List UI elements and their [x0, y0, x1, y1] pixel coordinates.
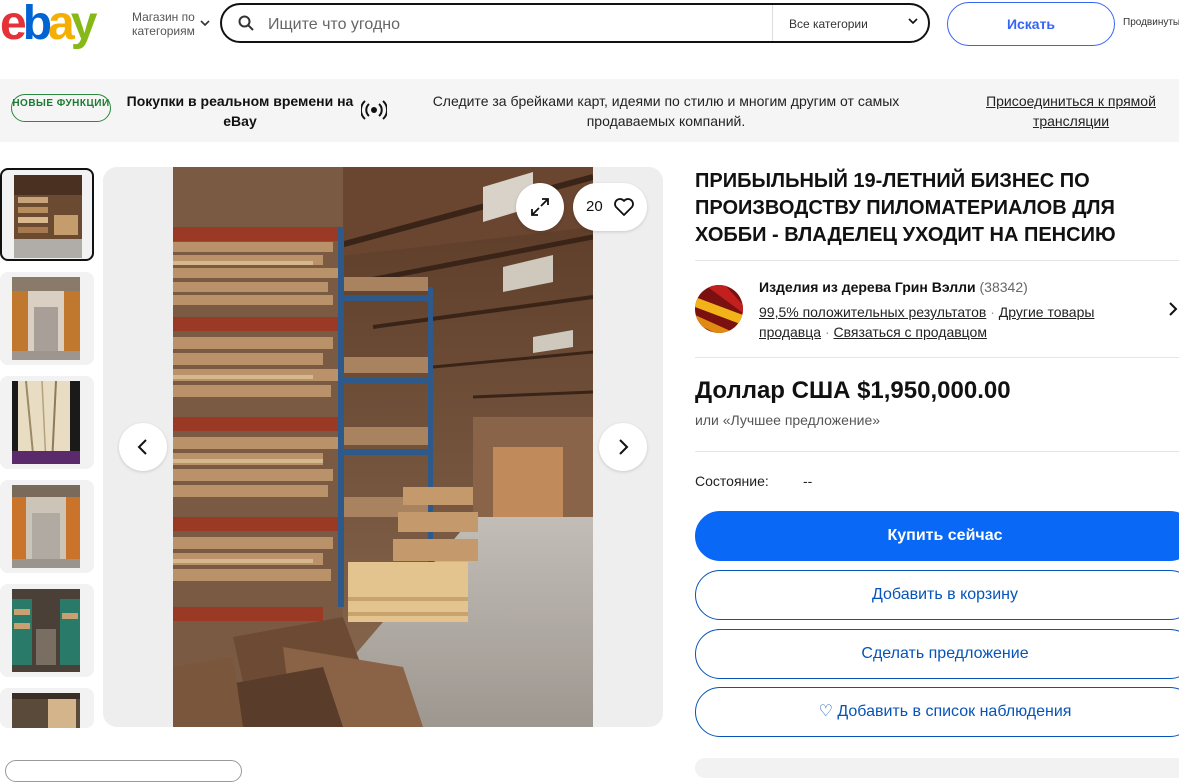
- thumbnail-image: [12, 381, 80, 464]
- separator-dot: ·: [990, 304, 995, 320]
- price: Доллар США $1,950,000.00: [695, 377, 1011, 404]
- previous-image-button[interactable]: [119, 423, 167, 471]
- chevron-left-icon: [137, 439, 147, 455]
- chevron-right-icon: [1169, 302, 1178, 316]
- logo-letter-y: y: [70, 0, 98, 50]
- search-input[interactable]: [266, 11, 770, 39]
- thumbnail-5[interactable]: [0, 584, 94, 677]
- seller-logo-image: [695, 285, 743, 333]
- search-bar: Все категории: [220, 3, 930, 43]
- banner-title: Покупки в реальном времени на eBay: [126, 93, 354, 129]
- expand-button[interactable]: [516, 183, 564, 231]
- seller-links: 99,5% положительных результатов · Другие…: [759, 302, 1119, 342]
- positive-feedback-link[interactable]: 99,5% положительных результатов: [759, 304, 986, 320]
- thumbnail-image: [12, 693, 80, 728]
- category-select-label: Все категории: [789, 17, 868, 31]
- ebay-logo[interactable]: ebay: [0, 0, 120, 50]
- divider: [695, 451, 1179, 452]
- thumbnail-image: [12, 589, 80, 672]
- category-select[interactable]: Все категории: [772, 5, 931, 41]
- seller-name[interactable]: Изделия из дерева Грин Вэлли: [759, 279, 976, 295]
- contact-seller-link[interactable]: Связаться с продавцом: [834, 324, 987, 340]
- search-icon: [238, 15, 254, 31]
- separator-dot: ·: [824, 324, 830, 340]
- add-to-watchlist-button[interactable]: ♡ Добавить в список наблюдения: [695, 687, 1179, 737]
- condition-label: Состояние:: [695, 473, 769, 489]
- shop-by-category-button[interactable]: Магазин по категориям: [132, 10, 210, 38]
- advanced-search-link[interactable]: Продвинутый: [1123, 17, 1179, 28]
- best-offer-note: или «Лучшее предложение»: [695, 412, 881, 428]
- divider: [695, 260, 1179, 261]
- join-live-link[interactable]: Присоединиться к прямой трансляции: [980, 91, 1162, 131]
- watch-count-button[interactable]: 20: [573, 183, 647, 231]
- thumbnail-3[interactable]: [0, 376, 94, 469]
- watch-count: 20: [586, 198, 603, 215]
- next-image-button[interactable]: [599, 423, 647, 471]
- seller-name-line: Изделия из дерева Грин Вэлли (38342): [759, 279, 1028, 295]
- share-button[interactable]: [5, 760, 242, 782]
- condition-value: --: [803, 473, 813, 489]
- new-features-badge: НОВЫЕ ФУНКЦИИ: [11, 94, 111, 122]
- thumbnail-image: [14, 175, 82, 258]
- search-button[interactable]: Искать: [947, 2, 1115, 46]
- chevron-down-icon: [200, 18, 210, 32]
- divider: [695, 357, 1179, 358]
- make-offer-button[interactable]: Сделать предложение: [695, 629, 1179, 679]
- thumbnail-image: [12, 277, 80, 360]
- more-actions-panel: [695, 758, 1179, 778]
- chevron-right-icon: [619, 439, 629, 455]
- lumber-warehouse-photo[interactable]: [173, 167, 593, 727]
- chevron-down-icon: [907, 15, 919, 30]
- logo-letter-b: b: [22, 0, 52, 50]
- thumbnail-2[interactable]: [0, 272, 94, 365]
- main-image-viewer: 20: [103, 167, 663, 727]
- seller-feedback-count: (38342): [979, 279, 1028, 295]
- seller-details-chevron[interactable]: [1168, 300, 1178, 323]
- thumbnail-1[interactable]: [0, 168, 94, 261]
- thumbnail-image: [12, 485, 80, 568]
- live-shopping-banner: НОВЫЕ ФУНКЦИИ Покупки в реальном времени…: [0, 79, 1179, 142]
- seller-avatar[interactable]: [695, 285, 743, 333]
- expand-icon: [531, 198, 549, 216]
- thumbnail-6[interactable]: [0, 688, 94, 728]
- thumbnail-4[interactable]: [0, 480, 94, 573]
- listing-title: ПРИБЫЛЬНЫЙ 19-ЛЕТНИЙ БИЗНЕС ПО ПРОИЗВОДС…: [695, 170, 1116, 246]
- logo-letter-e: e: [0, 0, 27, 50]
- shop-by-category-label: Магазин по категориям: [132, 10, 195, 38]
- heart-icon: [614, 198, 634, 216]
- add-to-cart-button[interactable]: Добавить в корзину: [695, 570, 1179, 620]
- banner-description: Следите за брейками карт, идеями по стил…: [432, 93, 900, 129]
- live-broadcast-icon: [361, 100, 387, 120]
- buy-now-button[interactable]: Купить сейчас: [695, 511, 1179, 561]
- logo-letter-a: a: [48, 0, 75, 50]
